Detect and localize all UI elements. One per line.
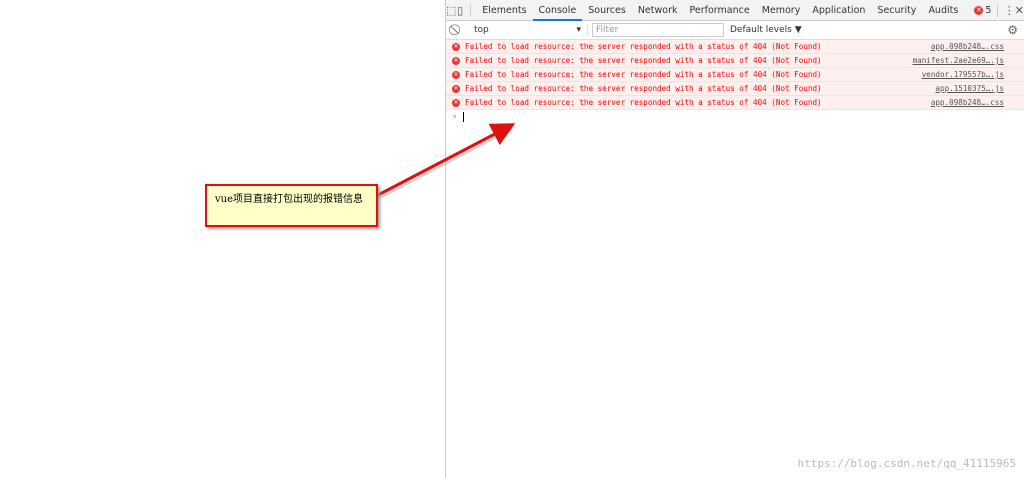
watermark: https://blog.csdn.net/qq_41115965 (797, 457, 1016, 470)
annotation-callout: vue项目直接打包出现的报错信息 (205, 184, 378, 227)
annotation-arrow (375, 123, 516, 200)
